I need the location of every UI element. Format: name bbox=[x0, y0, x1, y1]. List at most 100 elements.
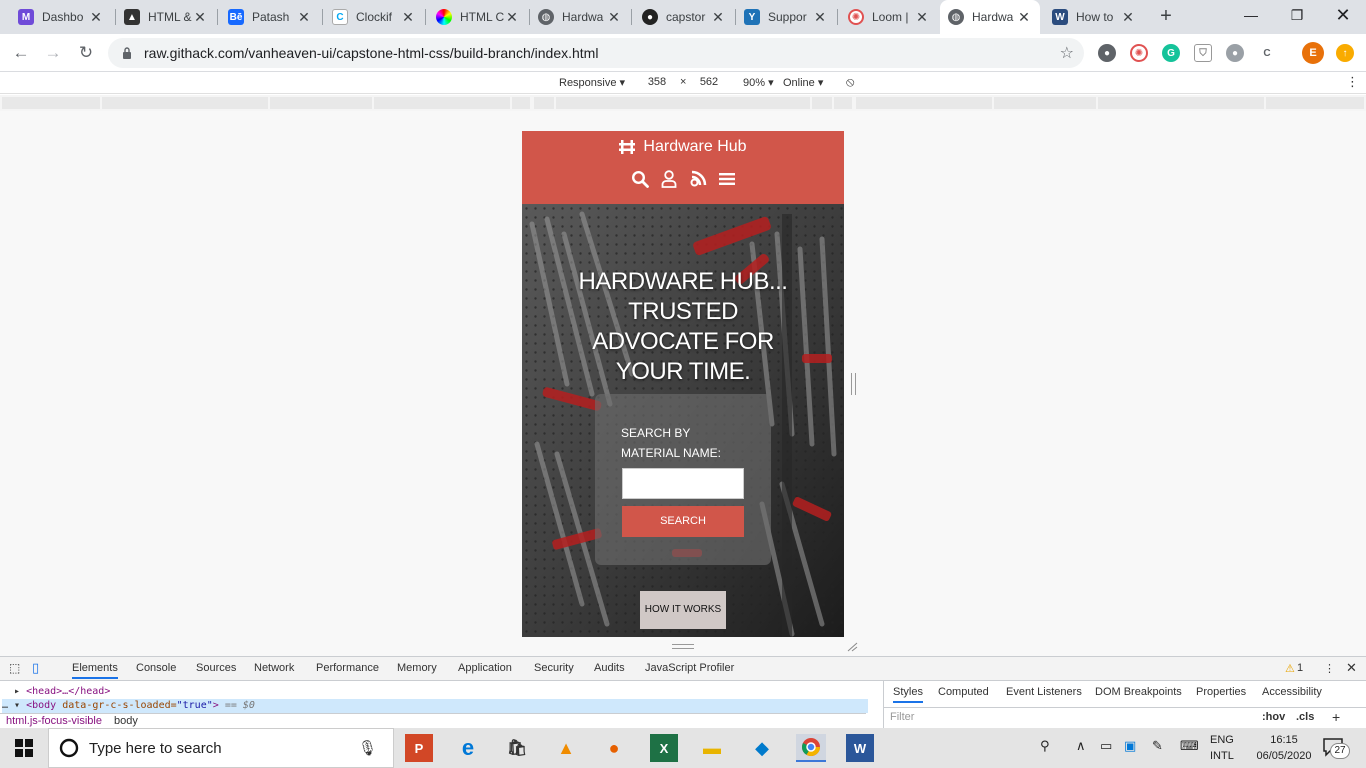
breadcrumb-html[interactable]: html.js-focus-visible bbox=[6, 715, 102, 727]
tab-audits[interactable]: Audits bbox=[594, 662, 625, 674]
tab-behance[interactable]: Bē Patash ✕ bbox=[220, 0, 320, 34]
network-icon[interactable]: ▣ bbox=[1124, 738, 1136, 754]
zoom-select[interactable]: 90% ▾ bbox=[743, 76, 774, 89]
tab-elements[interactable]: Elements bbox=[72, 662, 118, 679]
taskbar-clock[interactable]: 16:15 06/05/2020 bbox=[1255, 732, 1313, 764]
warning-icon[interactable]: ⚠ bbox=[1285, 662, 1295, 675]
tab-html-color[interactable]: HTML C ✕ bbox=[428, 0, 528, 34]
close-devtools-icon[interactable]: ✕ bbox=[1346, 660, 1357, 676]
close-icon[interactable]: ✕ bbox=[914, 9, 930, 26]
close-icon[interactable]: ✕ bbox=[1016, 9, 1032, 26]
tab-sources[interactable]: Sources bbox=[196, 662, 236, 674]
extension-loom-icon[interactable]: ✺ bbox=[1130, 44, 1148, 62]
pen-icon[interactable]: ✎ bbox=[1152, 738, 1163, 754]
extension-grammarly-icon[interactable]: G bbox=[1162, 44, 1180, 62]
dom-node-body[interactable]: … ▾ <body data-gr-c-s-loaded="true"> == … bbox=[2, 699, 868, 713]
people-icon[interactable]: ⚲ bbox=[1040, 738, 1050, 754]
show-hidden-icons[interactable]: ∧ bbox=[1076, 738, 1086, 754]
tab-application[interactable]: Application bbox=[458, 662, 512, 674]
close-icon[interactable]: ✕ bbox=[1120, 9, 1136, 26]
language-indicator[interactable]: ENG INTL bbox=[1210, 732, 1234, 764]
add-style-rule-icon[interactable]: + bbox=[1332, 709, 1340, 725]
microphone-icon[interactable]: 🎙 bbox=[358, 739, 377, 757]
devtools-menu-icon[interactable]: ⋮ bbox=[1324, 662, 1335, 675]
tab-dashboard[interactable]: M Dashbo ✕ bbox=[10, 0, 112, 34]
tab-loom[interactable]: ✺ Loom | ✕ bbox=[840, 0, 938, 34]
tab-support[interactable]: Y Suppor ✕ bbox=[736, 0, 836, 34]
how-it-works-button[interactable]: HOW IT WORKS bbox=[640, 591, 726, 629]
rotate-icon[interactable]: ⦸ bbox=[846, 74, 854, 90]
chrome-icon[interactable] bbox=[796, 734, 826, 762]
more-options-icon[interactable]: ⋮ bbox=[1346, 74, 1359, 90]
expand-arrow-icon[interactable]: ▸ bbox=[14, 686, 20, 697]
vlc-icon[interactable]: ▲ bbox=[552, 734, 580, 762]
material-search-input[interactable] bbox=[622, 468, 744, 499]
tab-memory[interactable]: Memory bbox=[397, 662, 437, 674]
bookmark-star-icon[interactable]: ☆ bbox=[1060, 43, 1074, 63]
extension-shield-icon[interactable]: ⛉ bbox=[1194, 44, 1212, 62]
tab-hardware[interactable]: ◍ Hardwa ✕ bbox=[530, 0, 630, 34]
search-button[interactable]: SEARCH bbox=[622, 506, 744, 537]
inspect-element-icon[interactable]: ⬚ bbox=[9, 661, 20, 675]
close-icon[interactable]: ✕ bbox=[88, 9, 104, 26]
taskbar-search-box[interactable]: Type here to search 🎙 bbox=[48, 728, 394, 768]
maximize-button[interactable]: ❐ bbox=[1274, 0, 1320, 30]
tab-hardware-active[interactable]: ◍ Hardwa ✕ bbox=[940, 0, 1040, 34]
tab-html[interactable]: ▲ HTML & ✕ bbox=[116, 0, 216, 34]
address-bar[interactable]: raw.githack.com/vanheaven-ui/capstone-ht… bbox=[108, 38, 1084, 68]
throttle-select[interactable]: Online ▾ bbox=[783, 76, 823, 89]
device-width-input[interactable]: 358 bbox=[637, 74, 677, 91]
device-toggle-icon[interactable]: ▯ bbox=[32, 660, 39, 676]
close-icon[interactable]: ✕ bbox=[710, 9, 726, 26]
back-icon[interactable]: ← bbox=[10, 42, 32, 64]
keyboard-icon[interactable]: ⌨ bbox=[1180, 738, 1199, 754]
close-icon[interactable]: ✕ bbox=[296, 9, 312, 26]
site-logo[interactable]: Hardware Hub bbox=[522, 136, 844, 158]
close-icon[interactable]: ✕ bbox=[400, 9, 416, 26]
resize-handle-bottom[interactable] bbox=[672, 644, 694, 649]
profile-avatar[interactable]: E bbox=[1302, 42, 1324, 64]
close-icon[interactable]: ✕ bbox=[606, 9, 622, 26]
firefox-icon[interactable]: ● bbox=[600, 734, 628, 762]
powerpoint-icon[interactable]: P bbox=[405, 734, 433, 762]
hover-state-toggle[interactable]: :hov bbox=[1262, 711, 1285, 723]
windows-start-icon[interactable] bbox=[0, 728, 48, 768]
tab-github[interactable]: ● capstor ✕ bbox=[634, 0, 734, 34]
blog-icon[interactable] bbox=[689, 170, 707, 188]
user-icon[interactable] bbox=[660, 170, 678, 188]
menu-icon[interactable] bbox=[718, 170, 736, 188]
tab-how-to[interactable]: W How to ✕ bbox=[1044, 0, 1144, 34]
resize-corner-icon[interactable] bbox=[846, 642, 858, 652]
tab-javascript-profiler[interactable]: JavaScript Profiler bbox=[645, 662, 734, 674]
reload-icon[interactable]: ↻ bbox=[75, 42, 97, 64]
class-toggle[interactable]: .cls bbox=[1296, 711, 1314, 723]
excel-icon[interactable]: X bbox=[650, 734, 678, 762]
tab-console[interactable]: Console bbox=[136, 662, 176, 674]
expand-arrow-icon[interactable]: … ▾ bbox=[2, 700, 20, 711]
close-icon[interactable]: ✕ bbox=[504, 9, 520, 26]
breadcrumb-body[interactable]: body bbox=[114, 715, 138, 727]
store-icon[interactable]: 🛍 bbox=[503, 734, 531, 762]
device-height-input[interactable]: 562 bbox=[689, 74, 729, 91]
tab-accessibility[interactable]: Accessibility bbox=[1262, 686, 1322, 698]
dom-node-head[interactable]: ▸ <head>…</head> bbox=[14, 685, 110, 699]
extension-clockify-icon[interactable]: C bbox=[1258, 44, 1276, 62]
close-window-button[interactable]: ✕ bbox=[1320, 0, 1366, 30]
new-tab-button[interactable]: + bbox=[1156, 6, 1176, 26]
tab-styles[interactable]: Styles bbox=[893, 686, 923, 703]
resize-handle-right[interactable] bbox=[851, 373, 856, 395]
forward-icon[interactable]: → bbox=[42, 42, 64, 64]
file-explorer-icon[interactable]: ▬ bbox=[698, 734, 726, 762]
vscode-icon[interactable]: ◆ bbox=[748, 734, 776, 762]
word-icon[interactable]: W bbox=[846, 734, 874, 762]
minimize-button[interactable]: — bbox=[1228, 0, 1274, 30]
extension-chat-icon[interactable]: ● bbox=[1226, 44, 1244, 62]
edge-icon[interactable]: e bbox=[454, 734, 482, 762]
extension-camera-icon[interactable]: ● bbox=[1098, 44, 1116, 62]
tab-event-listeners[interactable]: Event Listeners bbox=[1006, 686, 1082, 698]
styles-filter-input[interactable]: Filter bbox=[890, 711, 914, 723]
tab-clockify[interactable]: C Clockif ✕ bbox=[324, 0, 424, 34]
close-icon[interactable]: ✕ bbox=[812, 9, 828, 26]
tab-security[interactable]: Security bbox=[534, 662, 574, 674]
close-icon[interactable]: ✕ bbox=[192, 9, 208, 26]
